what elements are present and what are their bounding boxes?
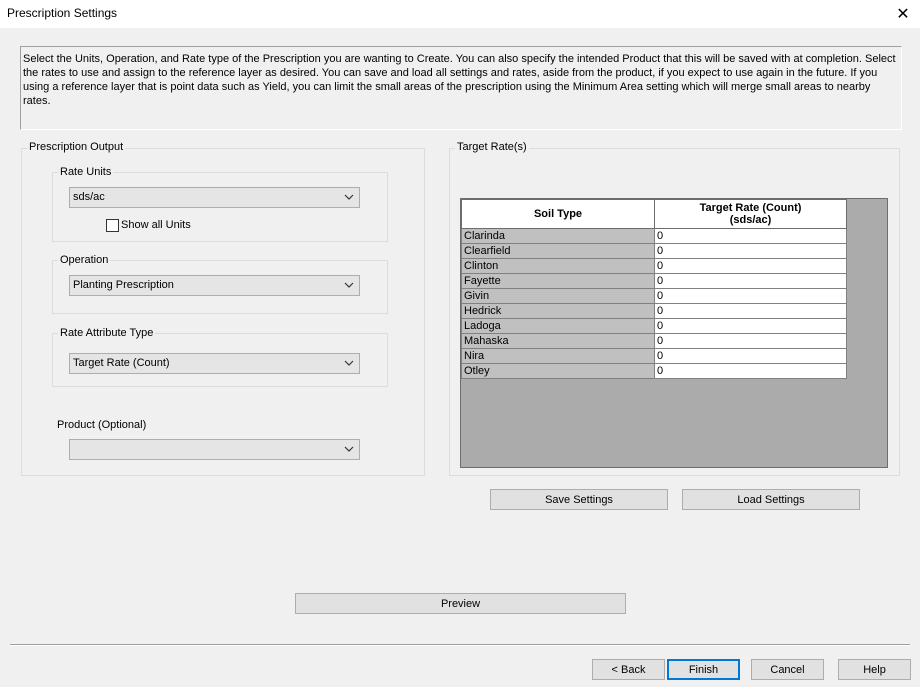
window-title: Prescription Settings bbox=[7, 6, 118, 20]
product-label: Product (Optional) bbox=[57, 419, 147, 431]
soil-type-cell: Clarinda bbox=[461, 228, 655, 244]
soil-type-cell: Hedrick bbox=[461, 303, 655, 319]
table-row[interactable]: Fayette 0 bbox=[461, 273, 847, 289]
cancel-button[interactable]: Cancel bbox=[751, 659, 824, 680]
target-rate-cell[interactable]: 0 bbox=[654, 303, 847, 319]
operation-value: Planting Prescription bbox=[73, 279, 174, 291]
target-rate-cell[interactable]: 0 bbox=[654, 228, 847, 244]
title-bar: Prescription Settings ✕ bbox=[0, 0, 920, 28]
operation-dropdown[interactable]: Planting Prescription bbox=[69, 275, 360, 296]
target-rate-cell[interactable]: 0 bbox=[654, 333, 847, 349]
footer-separator bbox=[10, 644, 910, 646]
rate-attribute-value: Target Rate (Count) bbox=[73, 357, 170, 369]
table-row[interactable]: Clinton 0 bbox=[461, 258, 847, 274]
help-button[interactable]: Help bbox=[838, 659, 911, 680]
target-rate-cell[interactable]: 0 bbox=[654, 258, 847, 274]
chevron-down-icon bbox=[344, 282, 354, 288]
target-rate-cell[interactable]: 0 bbox=[654, 363, 847, 379]
target-rate-cell[interactable]: 0 bbox=[654, 288, 847, 304]
close-button[interactable]: ✕ bbox=[886, 0, 920, 28]
soil-type-header[interactable]: Soil Type bbox=[461, 199, 655, 229]
load-settings-button[interactable]: Load Settings bbox=[682, 489, 860, 510]
soil-type-cell: Clinton bbox=[461, 258, 655, 274]
target-rates-label: Target Rate(s) bbox=[455, 141, 529, 153]
chevron-down-icon bbox=[344, 446, 354, 452]
show-all-units-label: Show all Units bbox=[121, 219, 191, 231]
description-text: Select the Units, Operation, and Rate ty… bbox=[20, 46, 902, 130]
table-row[interactable]: Ladoga 0 bbox=[461, 318, 847, 334]
table-row[interactable]: Givin 0 bbox=[461, 288, 847, 304]
preview-button[interactable]: Preview bbox=[295, 593, 626, 614]
soil-type-cell: Otley bbox=[461, 363, 655, 379]
target-rate-cell[interactable]: 0 bbox=[654, 273, 847, 289]
product-dropdown[interactable] bbox=[69, 439, 360, 460]
rate-units-value: sds/ac bbox=[73, 191, 105, 203]
target-rate-cell[interactable]: 0 bbox=[654, 243, 847, 259]
target-rates-grid[interactable]: Soil Type Target Rate (Count) (sds/ac) C… bbox=[460, 198, 888, 468]
rate-units-dropdown[interactable]: sds/ac bbox=[69, 187, 360, 208]
target-rates-table: Soil Type Target Rate (Count) (sds/ac) C… bbox=[461, 199, 847, 379]
table-row[interactable]: Clarinda 0 bbox=[461, 228, 847, 244]
soil-type-cell: Mahaska bbox=[461, 333, 655, 349]
soil-type-cell: Ladoga bbox=[461, 318, 655, 334]
close-icon: ✕ bbox=[896, 6, 910, 23]
save-settings-button[interactable]: Save Settings bbox=[490, 489, 668, 510]
target-rate-cell[interactable]: 0 bbox=[654, 348, 847, 364]
rate-units-label: Rate Units bbox=[58, 166, 114, 178]
chevron-down-icon bbox=[344, 360, 354, 366]
soil-type-cell: Givin bbox=[461, 288, 655, 304]
rate-attribute-dropdown[interactable]: Target Rate (Count) bbox=[69, 353, 360, 374]
table-row[interactable]: Clearfield 0 bbox=[461, 243, 847, 259]
table-row[interactable]: Hedrick 0 bbox=[461, 303, 847, 319]
soil-type-cell: Nira bbox=[461, 348, 655, 364]
operation-label: Operation bbox=[58, 254, 111, 266]
prescription-output-label: Prescription Output bbox=[27, 141, 126, 153]
soil-type-cell: Clearfield bbox=[461, 243, 655, 259]
back-button[interactable]: < Back bbox=[592, 659, 665, 680]
table-row[interactable]: Mahaska 0 bbox=[461, 333, 847, 349]
chevron-down-icon bbox=[344, 194, 354, 200]
target-rate-header[interactable]: Target Rate (Count) (sds/ac) bbox=[654, 199, 847, 229]
rate-attribute-label: Rate Attribute Type bbox=[58, 327, 156, 339]
table-row[interactable]: Nira 0 bbox=[461, 348, 847, 364]
target-rate-cell[interactable]: 0 bbox=[654, 318, 847, 334]
soil-type-cell: Fayette bbox=[461, 273, 655, 289]
show-all-units-checkbox[interactable] bbox=[106, 219, 119, 232]
finish-button[interactable]: Finish bbox=[667, 659, 740, 680]
table-row[interactable]: Otley 0 bbox=[461, 363, 847, 379]
